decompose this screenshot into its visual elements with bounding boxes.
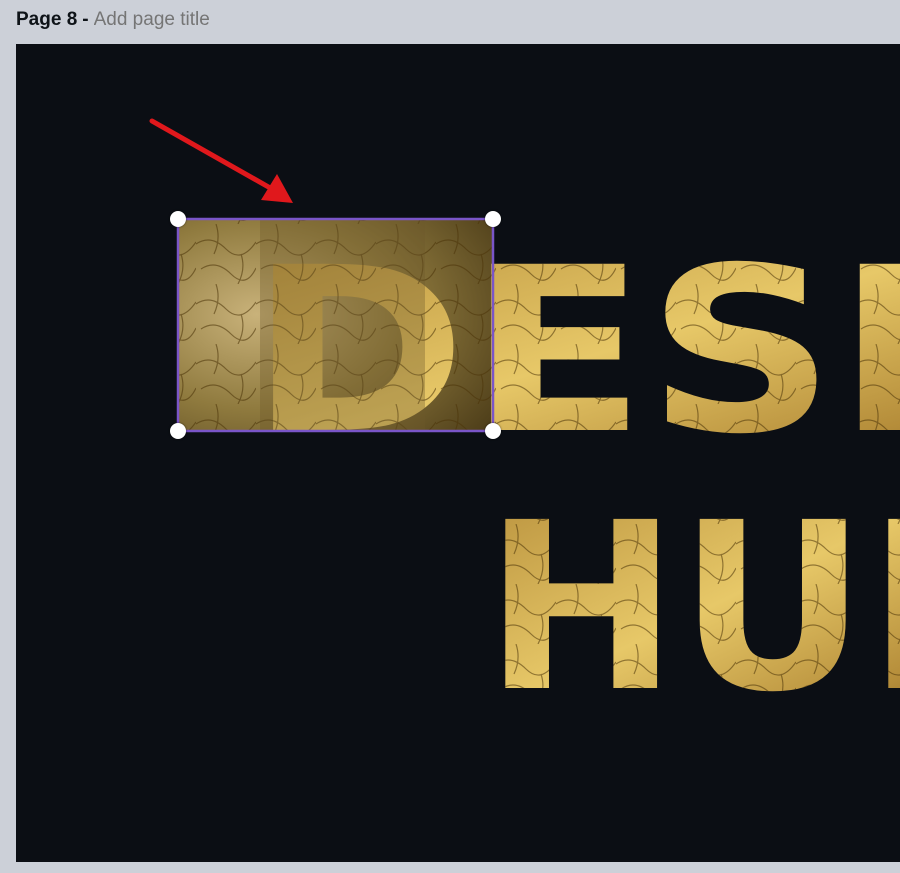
- page-header: Page 8 -: [16, 6, 274, 34]
- canvas-artwork: DESIG DESIG HUB HUB: [149, 118, 900, 743]
- page-label-separator: -: [82, 9, 89, 30]
- resize-handle-bottom-left[interactable]: [170, 423, 186, 439]
- annotation-arrow: [149, 118, 293, 203]
- title-line-2-texture: HUB: [484, 473, 900, 743]
- resize-handle-top-right[interactable]: [485, 211, 501, 227]
- resize-handle-bottom-right[interactable]: [485, 423, 501, 439]
- selected-letter-overlay: [260, 219, 425, 431]
- resize-handle-top-left[interactable]: [170, 211, 186, 227]
- page-title-input[interactable]: [93, 9, 274, 31]
- design-canvas[interactable]: DESIG DESIG HUB HUB: [16, 44, 900, 862]
- page-label: Page 8: [16, 9, 78, 30]
